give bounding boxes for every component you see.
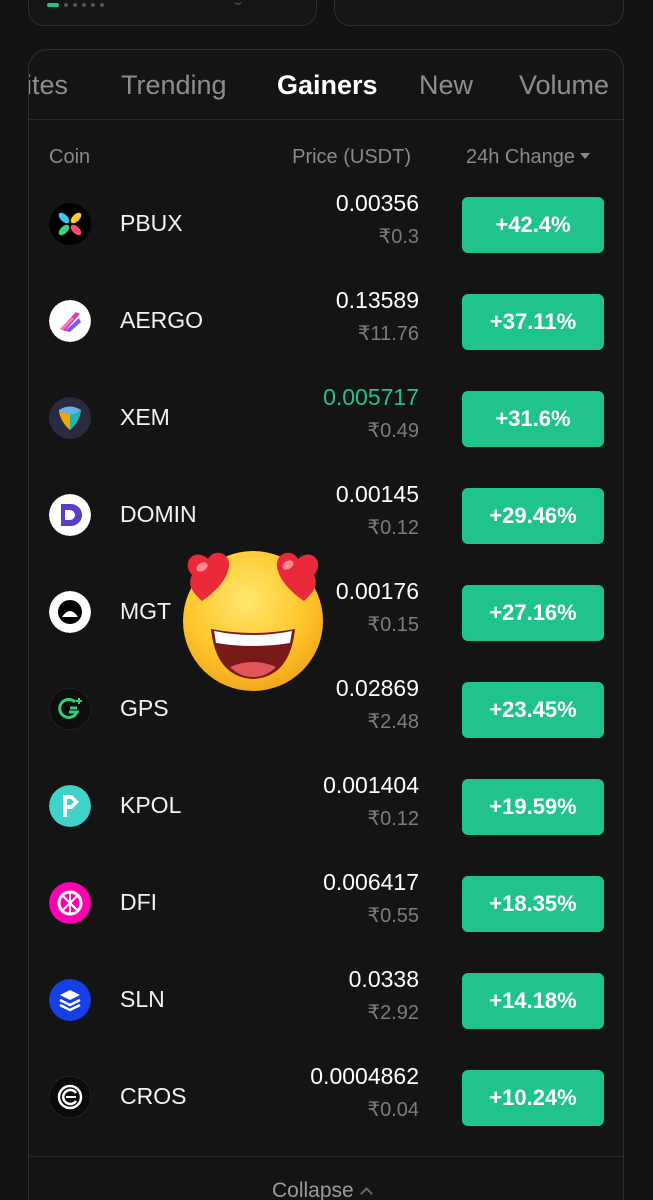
coin-price: 0.005717 — [323, 384, 419, 410]
change-badge[interactable]: +23.45% — [462, 682, 604, 738]
pager-dot — [91, 3, 95, 7]
coin-price: 0.00145 — [335, 481, 419, 507]
tab-volume[interactable]: Volume — [519, 70, 609, 101]
pager-dot — [73, 3, 77, 7]
coin-price-inr: ₹2.48 — [367, 711, 419, 733]
aergo-icon — [49, 300, 91, 342]
coin-row[interactable]: SLN 0.0338 ₹2.92 +14.18% — [29, 950, 623, 1047]
column-header-change[interactable]: 24h Change — [466, 146, 590, 169]
pager-dot — [100, 3, 104, 7]
column-header-price[interactable]: Price (USDT) — [292, 146, 411, 169]
tab-trending[interactable]: Trending — [121, 70, 227, 101]
collapse-button[interactable]: Collapse — [272, 1179, 373, 1200]
coin-price: 0.00176 — [335, 578, 419, 604]
coin-price-inr: ₹0.55 — [367, 905, 419, 927]
change-badge[interactable]: +31.6% — [462, 391, 604, 447]
coin-price-inr: ₹11.76 — [357, 323, 419, 345]
tab-gainers[interactable]: Gainers — [277, 70, 378, 101]
coin-price-inr: ₹2.92 — [367, 1002, 419, 1024]
coin-row[interactable]: CROS 0.0004862 ₹0.04 +10.24% — [29, 1047, 623, 1144]
change-badge[interactable]: +10.24% — [462, 1070, 604, 1126]
coin-price-inr: ₹0.49 — [367, 420, 419, 442]
tab-new[interactable]: New — [419, 70, 473, 101]
coin-symbol: XEM — [120, 404, 170, 430]
coin-price-inr: ₹0.12 — [367, 517, 419, 539]
coin-symbol: PBUX — [120, 210, 183, 236]
market-tabs: rites Trending Gainers New Volume — [29, 50, 623, 120]
heart-eyes-emoji-icon — [178, 545, 328, 691]
pager-dot — [82, 3, 86, 7]
coin-symbol: KPOL — [120, 792, 182, 818]
coin-price: 0.0004862 — [310, 1063, 419, 1089]
coin-symbol: DFI — [120, 889, 158, 915]
coin-symbol: AERGO — [120, 307, 204, 333]
domin-icon — [49, 494, 91, 536]
coin-price: 0.00356 — [335, 190, 419, 216]
coin-row[interactable]: AERGO 0.13589 ₹11.76 +37.11% — [29, 271, 623, 368]
change-badge[interactable]: +19.59% — [462, 779, 604, 835]
change-badge[interactable]: +37.11% — [462, 294, 604, 350]
collapse-label: Collapse — [272, 1179, 354, 1200]
coin-row[interactable]: XEM 0.005717 ₹0.49 +31.6% — [29, 368, 623, 465]
coin-price: 0.0338 — [348, 966, 419, 992]
tab-favorites[interactable]: rites — [29, 70, 68, 101]
pbux-icon — [49, 203, 91, 245]
coin-price: 0.006417 — [323, 869, 419, 895]
change-badge[interactable]: +29.46% — [462, 488, 604, 544]
coin-symbol: CROS — [120, 1083, 187, 1109]
carousel-pager — [47, 3, 104, 7]
card-mark-icon — [234, 1, 242, 5]
collapse-bar: Collapse — [29, 1156, 623, 1200]
mgt-icon — [49, 591, 91, 633]
top-card-right[interactable] — [334, 0, 624, 26]
xem-icon — [49, 397, 91, 439]
cros-icon — [49, 1076, 91, 1118]
pager-dot-active — [47, 3, 59, 7]
dfi-icon — [49, 882, 91, 924]
change-badge[interactable]: +27.16% — [462, 585, 604, 641]
change-badge[interactable]: +14.18% — [462, 973, 604, 1029]
coin-row[interactable]: PBUX 0.00356 ₹0.3 +42.4% — [29, 174, 623, 271]
coin-symbol: DOMIN — [120, 501, 197, 527]
coin-symbol: SLN — [120, 986, 165, 1012]
column-header-coin: Coin — [49, 146, 91, 168]
coin-price: 0.001404 — [323, 772, 419, 798]
chevron-up-icon — [359, 1187, 373, 1200]
coin-price: 0.02869 — [335, 675, 419, 701]
change-badge[interactable]: +42.4% — [462, 197, 604, 253]
gps-icon — [49, 688, 91, 730]
coin-price: 0.13589 — [335, 287, 419, 313]
sort-desc-icon — [579, 152, 590, 159]
coin-symbol: MGT — [120, 598, 172, 624]
coin-price-inr: ₹0.04 — [367, 1099, 419, 1121]
top-card-left[interactable] — [28, 0, 317, 26]
change-badge[interactable]: +18.35% — [462, 876, 604, 932]
coin-row[interactable]: DFI 0.006417 ₹0.55 +18.35% — [29, 853, 623, 950]
kpol-icon — [49, 785, 91, 827]
coin-price-inr: ₹0.12 — [367, 808, 419, 830]
coin-symbol: GPS — [120, 695, 169, 721]
coin-row[interactable]: KPOL 0.001404 ₹0.12 +19.59% — [29, 756, 623, 853]
pager-dot — [64, 3, 68, 7]
coin-price-inr: ₹0.15 — [367, 614, 419, 636]
coin-price-inr: ₹0.3 — [378, 226, 419, 248]
column-header-change-label: 24h Change — [466, 146, 575, 168]
sln-icon — [49, 979, 91, 1021]
